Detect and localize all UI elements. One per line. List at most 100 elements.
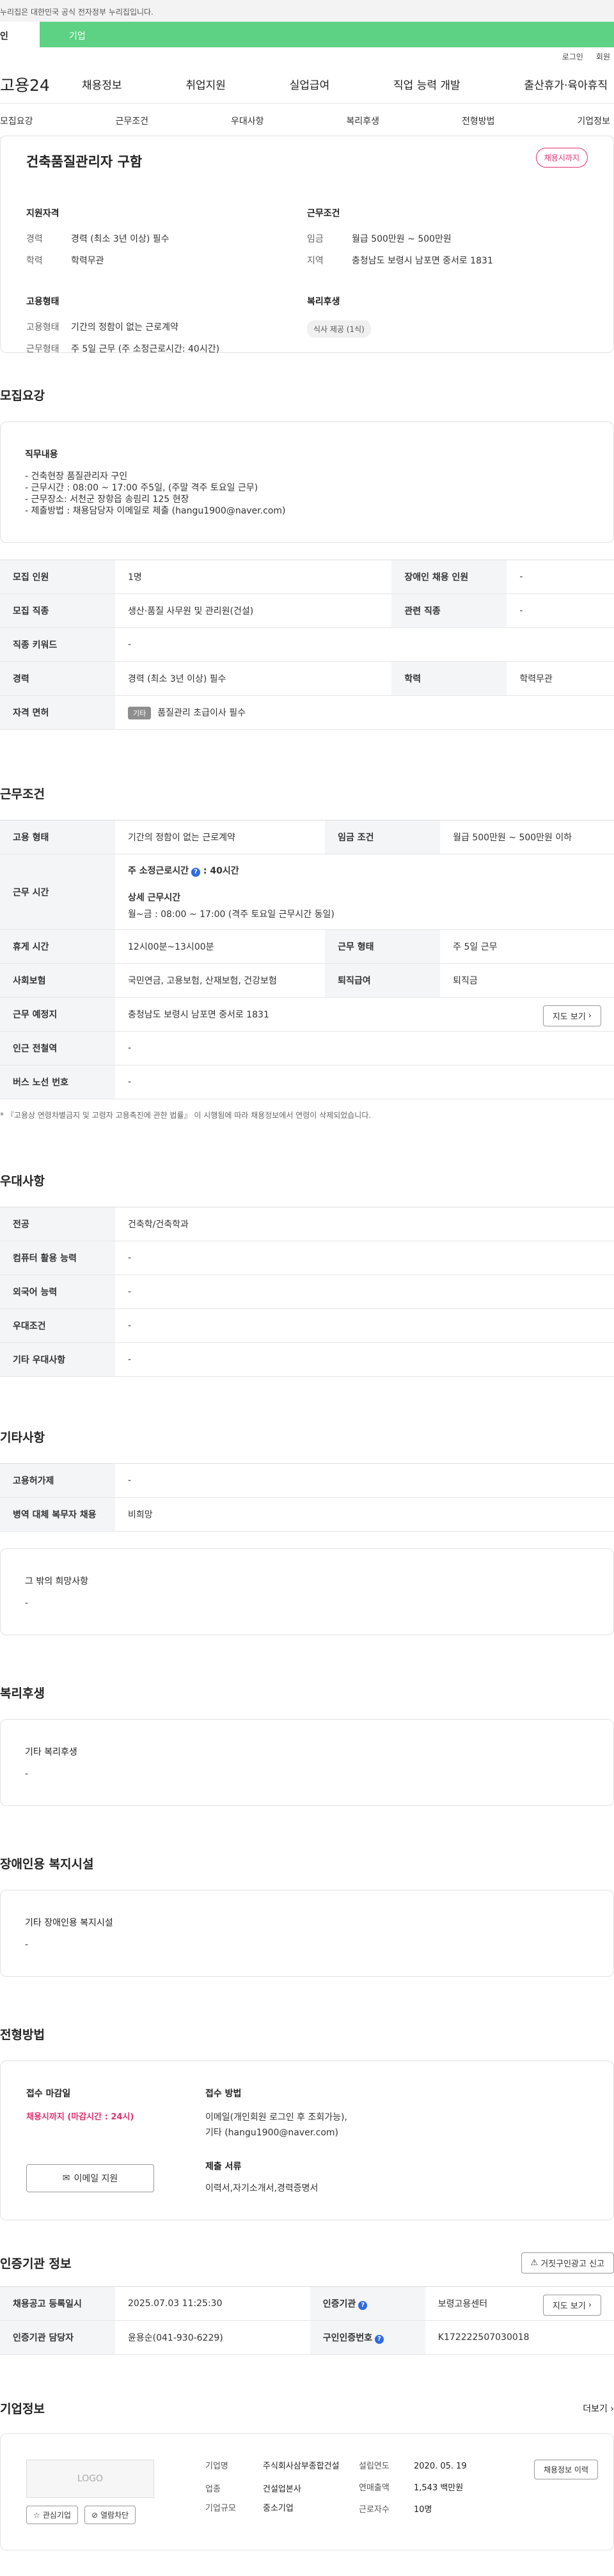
table-key: 전공 [0, 1207, 115, 1241]
chevron-right-icon: › [588, 2300, 592, 2310]
other-wish-heading: 그 밖의 희망사항 [25, 1576, 89, 1587]
email-apply-button[interactable]: ✉ 이메일 지원 [26, 2164, 154, 2192]
company-value: 10명 [414, 2505, 432, 2515]
chevron-right-icon: › [588, 1011, 592, 1021]
tab-person[interactable]: 인 [0, 22, 40, 47]
hours-detail: 월~금 : 08:00 ~ 17:00 (격주 토요일 근무시간 동일) [128, 909, 335, 920]
block-icon: ⊘ [91, 2510, 98, 2520]
login-link[interactable]: 로그인 [562, 51, 583, 62]
table-key: 학력 [391, 661, 507, 696]
disabled-box-value: - [25, 1940, 29, 1950]
table-value: - [115, 1342, 614, 1377]
utility-links: 로그인 회원 [0, 47, 614, 65]
email-apply-label: 이메일 지원 [74, 2174, 118, 2184]
duty-box: 직무내용 - 건축현장 품질관리자 구인 - 근무시간 : 08:00 ~ 17… [0, 421, 614, 543]
qualification-heading: 지원자격 [26, 208, 59, 219]
block-view-button[interactable]: ⊘ 열람차단 [84, 2506, 136, 2524]
company-key: 기업명 [205, 2462, 228, 2471]
table-value: 2025.07.03 11:25:30 [115, 2286, 310, 2321]
table-value: 1명 [115, 560, 392, 594]
company-value: 주식회사삼부종합건설 [263, 2462, 340, 2471]
hiring-history-button[interactable]: 채용정보 이력 [533, 2460, 598, 2479]
gov-notice-bar: 누리집은 대한민국 공식 전자정부 누리집입니다. [0, 0, 614, 22]
summary-value: 충청남도 보령시 남포면 중서로 1831 [352, 256, 493, 266]
member-type-tabs: 인 기업 [0, 22, 614, 47]
table-value: - [507, 593, 614, 628]
table-row: 병역 대체 복무자 채용 비희망 [0, 1497, 614, 1532]
gnb-item-training[interactable]: 직업 능력 개발 [393, 76, 460, 92]
global-nav: 고용24 채용정보 취업지원 실업급여 직업 능력 개발 출산휴가·육아휴직 [0, 65, 614, 104]
join-link[interactable]: 회원 [596, 51, 610, 62]
anchor-recruit[interactable]: 모집요강 [0, 114, 33, 127]
table-key: 장애인 채용 인원 [391, 560, 507, 594]
tab-company[interactable]: 기업 [40, 22, 86, 47]
company-value: 1,543 백만원 [414, 2483, 464, 2493]
summary-value: 기간의 정함이 없는 근로계약 [71, 322, 178, 333]
gnb-item-leave[interactable]: 출산휴가·육아휴직 [524, 76, 608, 92]
table-row: 직종 키워드 - [0, 627, 614, 662]
table-key: 우대조건 [0, 1308, 115, 1343]
table-value: - [115, 1241, 614, 1275]
anchor-condition[interactable]: 근무조건 [115, 114, 148, 127]
cert-map-label: 지도 보기 [552, 2302, 586, 2311]
summary-key: 지역 [307, 256, 324, 266]
anchor-welfare[interactable]: 복리후생 [346, 114, 379, 127]
favorite-company-button[interactable]: ☆ 관심기업 [26, 2506, 78, 2524]
recruit-table: 모집 인원 1명 장애인 채용 인원 - 모집 직종 생산·품질 사무원 및 관리원(… [0, 560, 614, 730]
job-title: 건축품질관리자 구함 [26, 154, 143, 169]
report-fake-ad-button[interactable]: ⚠ 거짓구인광고 신고 [521, 2252, 614, 2274]
cert-org-key: 인증기관 [322, 2299, 356, 2309]
cert-num-key: 구인인증번호 [322, 2333, 373, 2343]
info-icon[interactable]: ? [191, 867, 201, 877]
anchor-company[interactable]: 기업정보 [577, 114, 610, 127]
cert-org-value: 보령고용센터 [437, 2299, 488, 2309]
table-row: 고용허가제 - [0, 1463, 614, 1498]
summary-value: 월급 500만원 ~ 500만원 [352, 234, 452, 244]
table-key: 자격 면허 [0, 695, 115, 730]
table-row: 자격 면허 기타 품질관리 초급이사 필수 [0, 695, 614, 730]
more-link[interactable]: 더보기 › [583, 2402, 614, 2415]
welfare-box-heading: 기타 복리후생 [25, 1747, 77, 1757]
table-key: 채용공고 등록일시 [0, 2286, 115, 2321]
receive-method-line: 이메일(개인회원 로그인 후 조회가능), [205, 2112, 347, 2123]
welfare-box-value: - [25, 1769, 29, 1779]
duty-line: - 제출방법 : 채용담당자 이메일로 제출 (hangu1900@naver.… [25, 506, 286, 516]
map-view-button[interactable]: 지도 보기 › [542, 1005, 601, 1026]
hours-main-label: 주 소정근로시간 [128, 865, 189, 876]
table-row: 우대조건 - [0, 1308, 614, 1343]
cert-map-button[interactable]: 지도 보기 › [542, 2295, 601, 2316]
favorite-label: 관심기업 [42, 2511, 71, 2520]
table-key: 근무 예정지 [0, 997, 115, 1032]
table-value: 경력 (최소 3년 이상) 필수 [115, 661, 392, 696]
table-value: - [115, 627, 614, 662]
table-row: 인근 전철역 - [0, 1031, 614, 1065]
table-key: 인증기관 담당자 [0, 2320, 115, 2355]
site-logo[interactable]: 고용24 [0, 73, 82, 96]
license-chip: 기타 [128, 706, 152, 719]
table-key: 휴게 시간 [0, 929, 115, 964]
section-title-cert: 인증기관 정보 [0, 2257, 72, 2271]
table-value: 12시00분~13시00분 [115, 929, 326, 964]
welfare-box: 기타 복리후생 - [0, 1719, 614, 1806]
gnb-item-employment-support[interactable]: 취업지원 [185, 76, 226, 92]
duty-line: - 건축현장 품질관리자 구인 [25, 471, 128, 482]
mail-icon: ✉ [62, 2173, 70, 2183]
info-icon[interactable]: ? [375, 2335, 384, 2344]
anchor-preference[interactable]: 우대사항 [231, 114, 264, 127]
table-row: 근무 예정지 충청남도 보령시 남포면 중서로 1831 지도 보기 › [0, 997, 614, 1032]
info-icon[interactable]: ? [358, 2301, 368, 2310]
cert-table: 채용공고 등록일시 2025.07.03 11:25:30 인증기관? 보령고용센… [0, 2286, 614, 2355]
section-title-recruit: 모집요강 [0, 389, 45, 403]
work-condition-heading: 근무조건 [307, 208, 340, 219]
anchor-method[interactable]: 전형방법 [462, 114, 495, 127]
more-label: 더보기 [583, 2403, 608, 2414]
gnb-item-jobs[interactable]: 채용정보 [82, 76, 122, 92]
gnb-item-unemployment-benefit[interactable]: 실업급여 [290, 76, 330, 92]
docs-value: 이력서,자기소개서,경력증명서 [205, 2183, 319, 2194]
table-value: - [115, 1031, 614, 1065]
table-value: 비희망 [115, 1497, 614, 1532]
star-icon: ☆ [33, 2510, 40, 2520]
company-value: 2020. 05. 19 [414, 2462, 467, 2471]
welfare-heading: 복리후생 [307, 297, 340, 307]
company-value: 건설업본사 [263, 2485, 301, 2494]
